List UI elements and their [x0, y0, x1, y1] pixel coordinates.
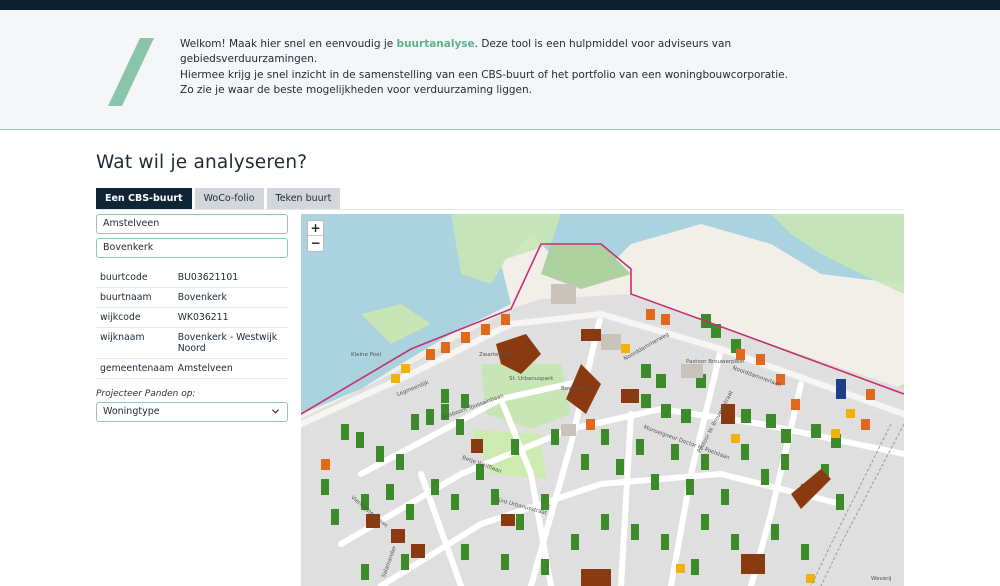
- map-label-poi: Pastoor Brouwerplein: [686, 359, 745, 365]
- intro-line-3: Zo zie je waar de beste mogelijkheden vo…: [180, 84, 533, 97]
- info-key: wijkcode: [96, 307, 174, 328]
- buurt-info-table: buurtcode BU03621101 buurtnaam Bovenkerk w…: [96, 268, 288, 379]
- projection-selected-value: Woningtype: [103, 406, 160, 417]
- map-canvas[interactable]: [301, 214, 904, 586]
- table-row: wijkcode WK036211: [96, 307, 288, 328]
- intro-line-2: Hiermee krijg je snel inzicht in de same…: [180, 68, 788, 81]
- map-label-street: Weverij: [871, 576, 892, 582]
- map-label-poi: Zwarte Paal: [479, 352, 512, 358]
- map-label-poi: St. Urbanuspark: [509, 376, 554, 382]
- intro-banner: Welkom! Maak hier snel en eenvoudig je b…: [0, 10, 1000, 130]
- info-key: buurtnaam: [96, 287, 174, 308]
- gemeente-input[interactable]: Amstelveen: [96, 214, 288, 234]
- chevron-down-icon: [271, 409, 280, 414]
- top-bar: [0, 0, 1000, 10]
- info-value: BU03621101: [173, 268, 288, 288]
- info-value: Amstelveen: [173, 358, 288, 379]
- logo-slash-icon: [108, 38, 154, 106]
- tab-divider: [96, 209, 904, 210]
- info-value: WK036211: [173, 307, 288, 328]
- info-value: Bovenkerk - Westwijk Noord: [173, 327, 288, 359]
- map-label-church: Bovenkerk: [561, 386, 591, 392]
- table-row: buurtcode BU03621101: [96, 268, 288, 288]
- map-view[interactable]: Kleine Poel Bovenkerk Legmeerdijk Noordd…: [301, 214, 904, 586]
- tab-teken-buurt[interactable]: Teken buurt: [266, 188, 341, 209]
- tab-cbs-buurt[interactable]: Een CBS-buurt: [96, 188, 192, 209]
- table-row: wijknaam Bovenkerk - Westwijk Noord: [96, 327, 288, 359]
- info-key: wijknaam: [96, 327, 174, 359]
- map-label-water: Kleine Poel: [351, 352, 382, 358]
- table-row: buurtnaam Bovenkerk: [96, 287, 288, 308]
- intro-text: Welkom! Maak hier snel en eenvoudig je b…: [180, 37, 800, 99]
- zoom-in-button[interactable]: +: [308, 221, 323, 236]
- zoom-out-button[interactable]: −: [308, 236, 323, 251]
- info-key: gemeentenaam: [96, 358, 174, 379]
- projection-label: Projecteer Panden op:: [96, 389, 196, 399]
- analysis-tabs: Een CBS-buurt WoCo-folio Teken buurt: [96, 188, 341, 209]
- tab-woco-folio[interactable]: WoCo-folio: [194, 188, 264, 209]
- info-value: Bovenkerk: [173, 287, 288, 308]
- intro-highlight: buurtanalyse: [396, 38, 475, 50]
- table-row: gemeentenaam Amstelveen: [96, 358, 288, 379]
- info-key: buurtcode: [96, 268, 174, 288]
- intro-text-1: Welkom! Maak hier snel en eenvoudig je: [180, 38, 397, 50]
- buurt-input[interactable]: Bovenkerk: [96, 238, 288, 258]
- page-title: Wat wil je analyseren?: [96, 152, 308, 173]
- zoom-control: + −: [307, 220, 324, 252]
- projection-select[interactable]: Woningtype: [96, 402, 288, 422]
